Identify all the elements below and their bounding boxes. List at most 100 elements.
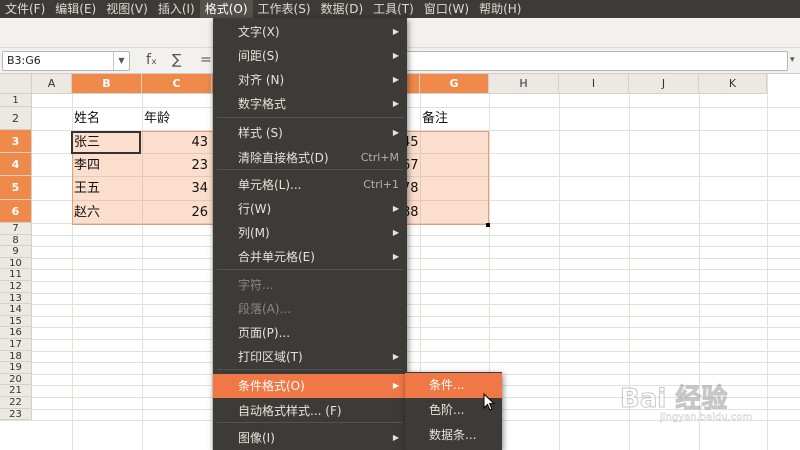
- function-wizard-icon[interactable]: fₓ: [146, 52, 157, 68]
- format-menu-item-2[interactable]: 对齐 (N) ▶: [213, 68, 407, 92]
- row-header-16[interactable]: 16: [0, 327, 32, 339]
- fill-handle[interactable]: [486, 223, 490, 227]
- format-menu-item-3[interactable]: 数字格式 ▶: [213, 92, 407, 116]
- cell-c2[interactable]: 年龄: [142, 108, 210, 130]
- submenu-arrow-icon: ▶: [392, 27, 399, 36]
- column-header-g[interactable]: G: [420, 74, 489, 94]
- row-header-2[interactable]: 2: [0, 107, 32, 130]
- format-menu-item-16[interactable]: 图像(I) ▶: [213, 426, 407, 450]
- submenu-arrow-icon: ▶: [392, 204, 399, 213]
- menu-file[interactable]: 文件(F): [0, 0, 50, 18]
- row-header-14[interactable]: 14: [0, 304, 32, 316]
- format-menu-item-7[interactable]: 行(W) ▶: [213, 197, 407, 221]
- cell-b3[interactable]: 张三: [72, 132, 140, 154]
- chevron-down-icon[interactable]: ▼: [113, 52, 129, 70]
- menubar: 文件(F) 编辑(E) 视图(V) 插入(I) 格式(O) 工作表(S) 数据(…: [0, 0, 800, 18]
- shortcut-label: Ctrl+1: [363, 178, 399, 191]
- format-menu-item-9[interactable]: 合并单元格(E) ▶: [213, 245, 407, 269]
- menu-window[interactable]: 窗口(W): [419, 0, 474, 18]
- format-menu-item-5[interactable]: 清除直接格式(D) Ctrl+M: [213, 146, 407, 170]
- format-menu-item-label: 列(M): [238, 226, 270, 240]
- row-header-4[interactable]: 4: [0, 153, 32, 176]
- row-header-15[interactable]: 15: [0, 315, 32, 328]
- row-header-19[interactable]: 19: [0, 362, 32, 374]
- format-menu-item-label: 文字(X): [238, 25, 280, 39]
- column-header-b[interactable]: B: [72, 74, 142, 94]
- format-menu-item-12[interactable]: 页面(P)...: [213, 321, 407, 345]
- column-header-k[interactable]: K: [699, 74, 767, 94]
- row-header-11[interactable]: 11: [0, 269, 32, 281]
- submenu-arrow-icon: ▶: [392, 352, 399, 361]
- submenu-arrow-icon: ▶: [392, 228, 399, 237]
- row-header-8[interactable]: 8: [0, 234, 32, 247]
- row-header-18[interactable]: 18: [0, 350, 32, 363]
- row-header-3[interactable]: 3: [0, 130, 32, 153]
- format-menu-item-1[interactable]: 间距(S) ▶: [213, 44, 407, 68]
- format-menu-item-15[interactable]: 自动格式样式... (F): [213, 399, 407, 423]
- row-header-13[interactable]: 13: [0, 292, 32, 305]
- row-header-6[interactable]: 6: [0, 200, 32, 223]
- menu-separator: [217, 269, 403, 270]
- row-header-21[interactable]: 21: [0, 385, 32, 397]
- column-header-h[interactable]: H: [489, 74, 559, 94]
- menu-edit[interactable]: 编辑(E): [50, 0, 101, 18]
- menu-view[interactable]: 视图(V): [101, 0, 153, 18]
- format-menu-item-6[interactable]: 单元格(L)... Ctrl+1: [213, 173, 407, 197]
- row-header-5[interactable]: 5: [0, 176, 32, 200]
- menu-format[interactable]: 格式(O): [199, 0, 253, 18]
- row-header-17[interactable]: 17: [0, 339, 32, 351]
- column-header-j[interactable]: J: [629, 74, 699, 94]
- format-menu-item-label: 单元格(L)...: [238, 178, 302, 192]
- menu-separator: [217, 369, 403, 370]
- row-header-9[interactable]: 9: [0, 246, 32, 258]
- watermark: Bai 经验 jingyan.baidu.com: [619, 378, 798, 428]
- cell-b4[interactable]: 李四: [72, 155, 140, 177]
- row-header-10[interactable]: 10: [0, 257, 32, 270]
- cell-c5[interactable]: 34: [142, 178, 210, 200]
- row-header-22[interactable]: 22: [0, 397, 32, 409]
- format-menu-item-13[interactable]: 打印区域(T) ▶: [213, 345, 407, 369]
- format-menu-item-0[interactable]: 文字(X) ▶: [213, 20, 407, 44]
- menu-sheet[interactable]: 工作表(S): [253, 0, 316, 18]
- format-menu-item-label: 自动格式样式... (F): [238, 404, 342, 418]
- submenu-arrow-icon: ▶: [392, 51, 399, 60]
- menu-tools[interactable]: 工具(T): [368, 0, 419, 18]
- menu-data[interactable]: 数据(D): [316, 0, 369, 18]
- row-header-7[interactable]: 7: [0, 223, 32, 235]
- row-header-1[interactable]: 1: [0, 94, 32, 107]
- equals-icon[interactable]: =: [200, 52, 212, 68]
- watermark-sub: jingyan.baidu.com: [660, 412, 753, 423]
- menu-separator: [217, 117, 403, 118]
- cell-c4[interactable]: 23: [142, 155, 210, 177]
- formula-input[interactable]: [400, 51, 788, 71]
- submenu-arrow-icon: ▶: [392, 128, 399, 137]
- format-menu-item-8[interactable]: 列(M) ▶: [213, 221, 407, 245]
- cell-b6[interactable]: 赵六: [72, 202, 140, 224]
- format-menu-item-label: 样式 (S): [238, 126, 283, 140]
- column-header-i[interactable]: I: [559, 74, 629, 94]
- menu-insert[interactable]: 插入(I): [153, 0, 200, 18]
- format-menu-item-4[interactable]: 样式 (S) ▶: [213, 121, 407, 145]
- menu-help[interactable]: 帮助(H): [474, 0, 526, 18]
- submenu-arrow-icon: ▶: [392, 75, 399, 84]
- cell-g2[interactable]: 备注: [420, 108, 488, 130]
- cell-b2[interactable]: 姓名: [72, 108, 140, 130]
- format-menu: 文字(X) ▶ 间距(S) ▶ 对齐 (N) ▶ 数字格式 ▶ 样式 (S) ▶ 清除直接格式(D)…: [213, 18, 407, 450]
- select-all-corner[interactable]: [0, 74, 32, 94]
- column-header-a[interactable]: A: [32, 74, 72, 94]
- row-header-23[interactable]: 23: [0, 408, 32, 421]
- row-header-12[interactable]: 12: [0, 281, 32, 293]
- row-header-20[interactable]: 20: [0, 373, 32, 386]
- name-box[interactable]: B3:G6 ▼: [2, 51, 130, 71]
- cell-b5[interactable]: 王五: [72, 178, 140, 200]
- submenu-item-data-bar[interactable]: 数据条...: [405, 423, 502, 448]
- cell-c3[interactable]: 43: [142, 132, 210, 154]
- expand-formula-icon[interactable]: ▾: [790, 55, 800, 67]
- sum-icon[interactable]: ∑: [172, 52, 181, 68]
- shortcut-label: Ctrl+M: [360, 151, 399, 164]
- column-header-c[interactable]: C: [142, 74, 212, 94]
- format-menu-item-label: 打印区域(T): [238, 350, 303, 364]
- format-menu-item-14[interactable]: 条件格式(O) ▶: [213, 374, 407, 398]
- format-menu-item-label: 页面(P)...: [238, 326, 291, 340]
- cell-c6[interactable]: 26: [142, 202, 210, 224]
